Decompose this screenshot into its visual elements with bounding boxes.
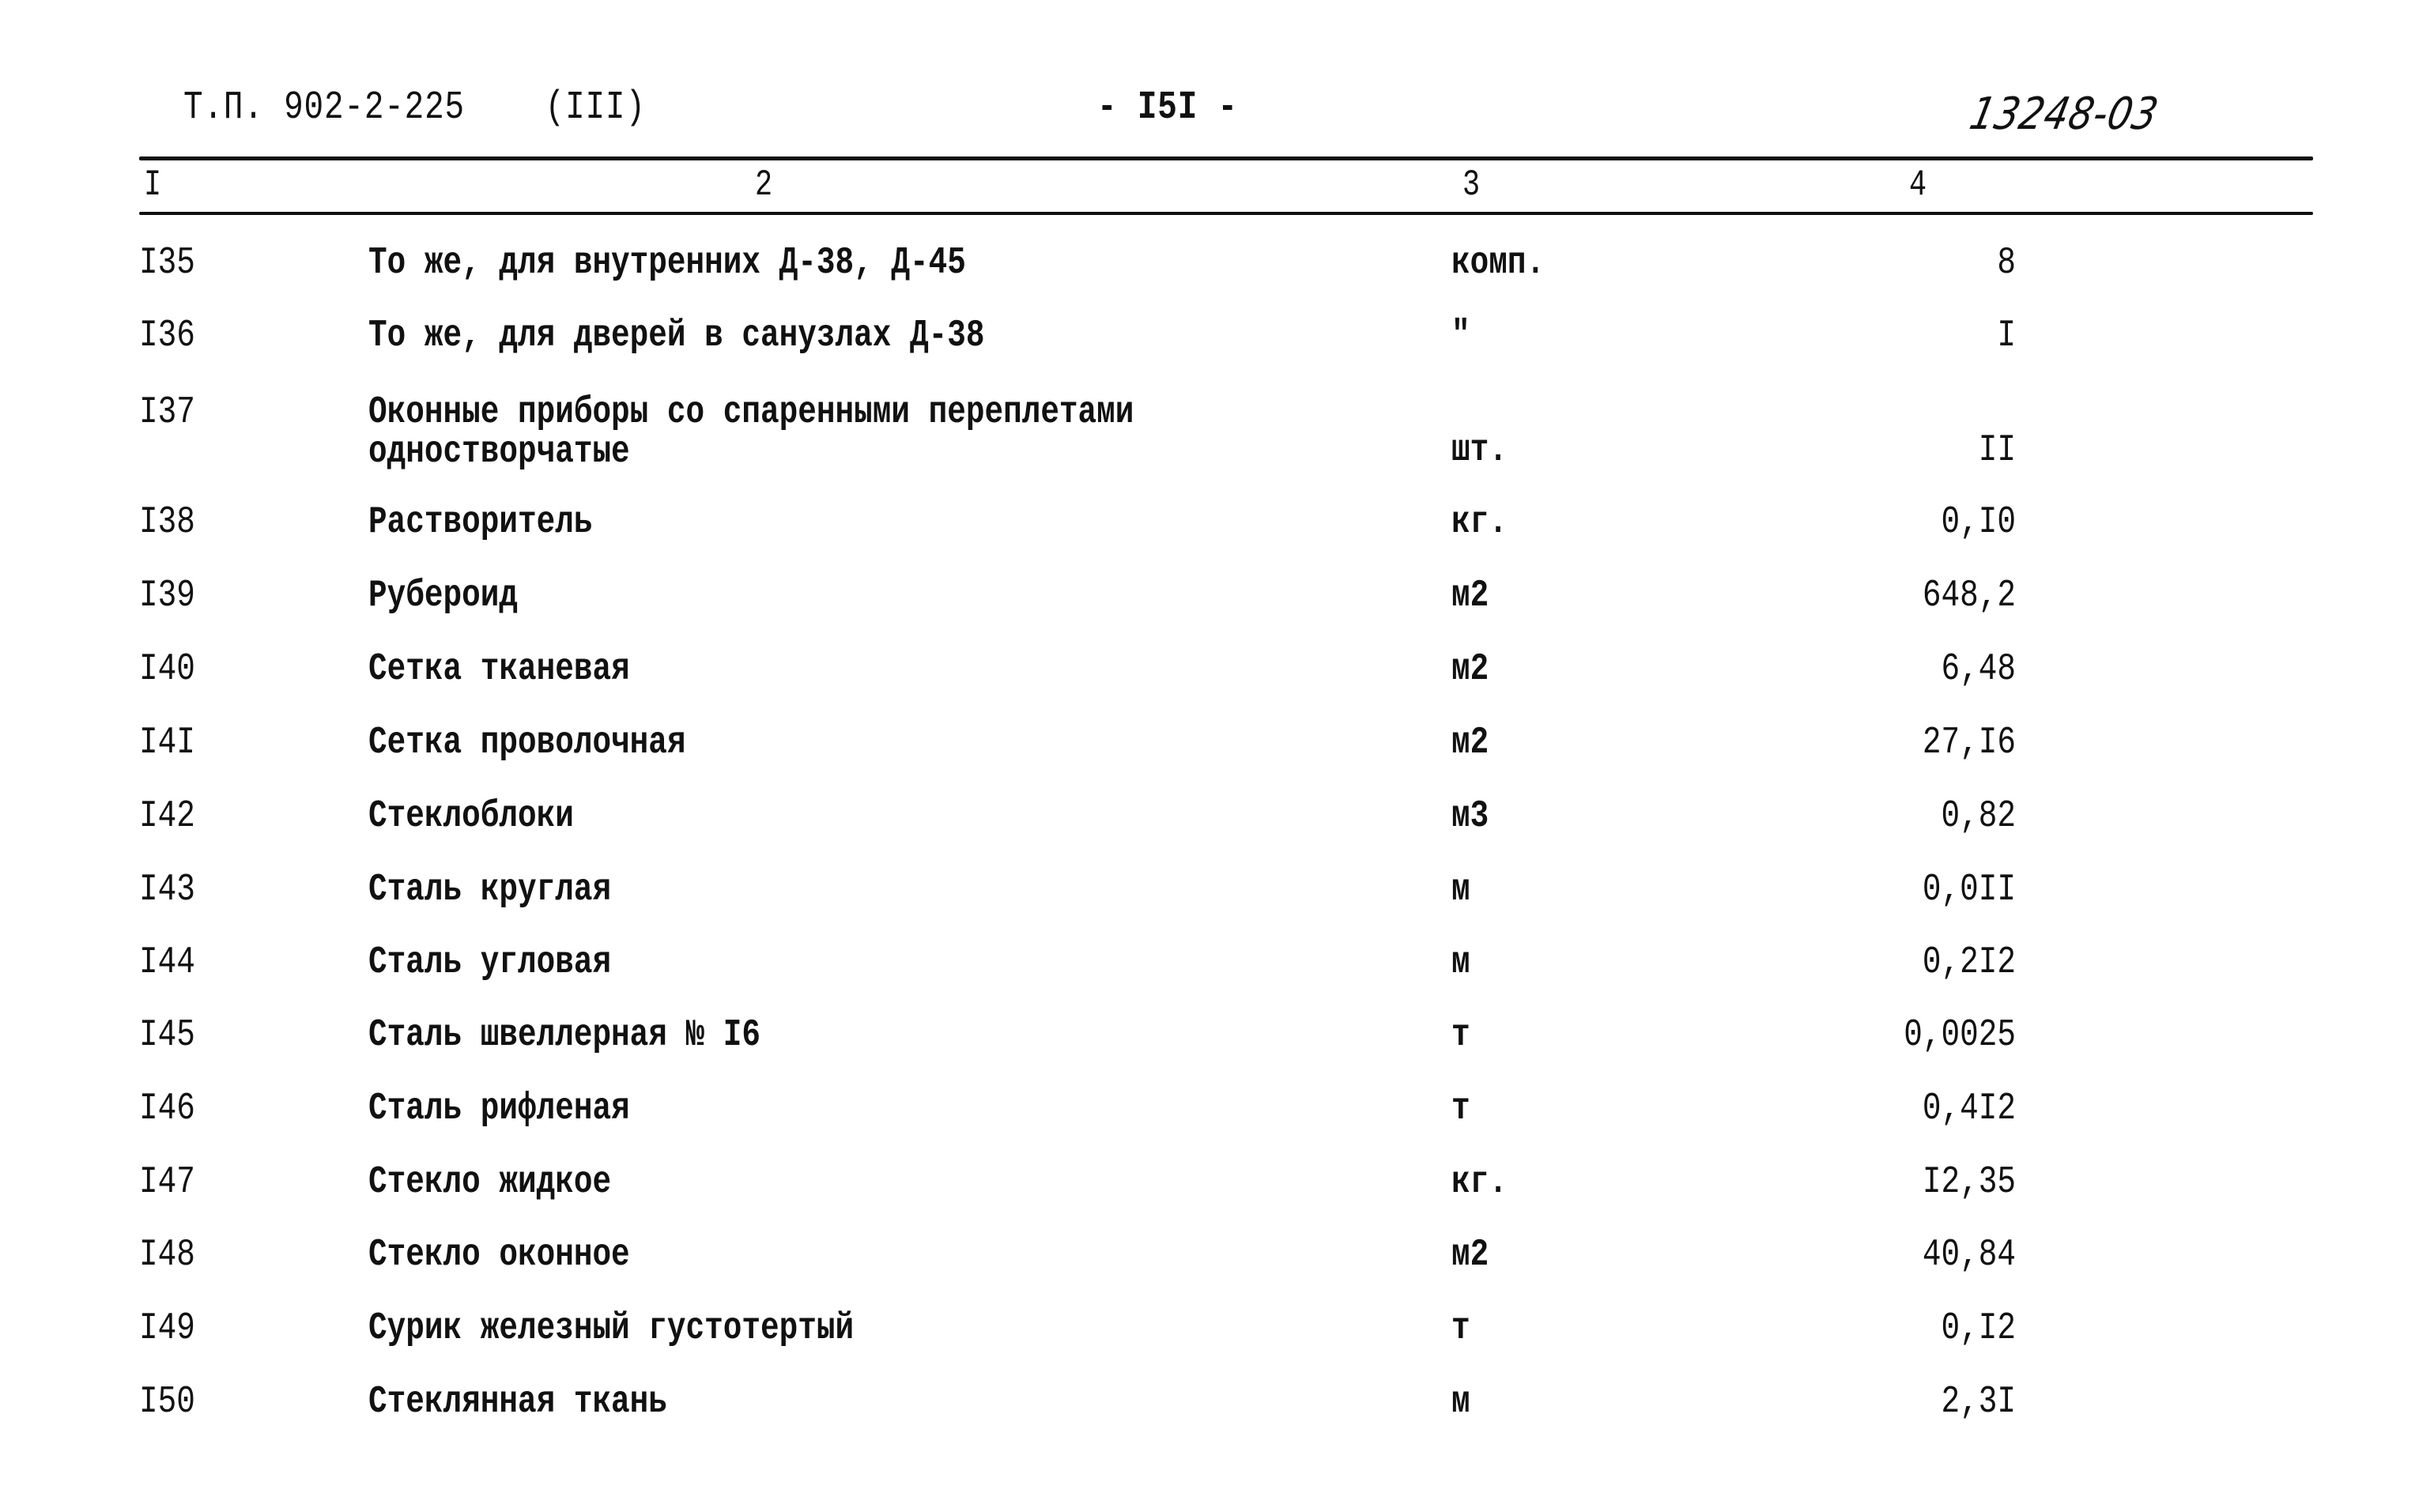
archive-number: 13248-03 xyxy=(1965,89,2163,140)
row-number: I39 xyxy=(139,575,195,617)
row-number: I47 xyxy=(139,1161,195,1204)
material-name-line-1: Оконные приборы со спаренными переплетам… xyxy=(368,391,1134,434)
table-row: I39 Рубероид м2 648,2 xyxy=(0,576,2419,639)
row-number: I4I xyxy=(139,722,195,764)
quantity: 0,0025 xyxy=(1904,1014,2016,1057)
table-header-rule xyxy=(139,212,2313,215)
table-row: I35 То же, для внутренних Д-38, Д-45 ком… xyxy=(0,243,2419,307)
material-name: Стекло жидкое xyxy=(368,1161,612,1204)
material-name: То же, для дверей в санузлах Д-38 xyxy=(368,315,985,357)
column-number-3: 3 xyxy=(1462,164,1481,205)
unit: кг. xyxy=(1451,1161,1508,1204)
row-number: I36 xyxy=(139,315,195,357)
unit: шт. xyxy=(1451,429,1508,472)
table-row: I46 Сталь рифленая т 0,4I2 xyxy=(0,1089,2419,1152)
unit: т xyxy=(1451,1307,1470,1350)
table-row: I42 Стеклоблоки м3 0,82 xyxy=(0,797,2419,860)
table-row: I49 Сурик железный густотертый т 0,I2 xyxy=(0,1309,2419,1372)
table-row: I45 Сталь швеллерная № I6 т 0,0025 xyxy=(0,1016,2419,1079)
material-name: Стеклоблоки xyxy=(368,795,574,838)
row-number: I50 xyxy=(139,1381,195,1423)
quantity: 0,2I2 xyxy=(1922,941,2016,984)
page-number: - I5I - xyxy=(1097,85,1238,130)
row-number: I42 xyxy=(139,795,195,838)
row-number: I49 xyxy=(139,1307,195,1350)
material-name: Рубероид xyxy=(368,575,518,617)
unit: м2 xyxy=(1451,1234,1489,1276)
material-name: То же, для внутренних Д-38, Д-45 xyxy=(368,242,966,285)
unit: м xyxy=(1451,869,1470,911)
material-name: Сталь угловая xyxy=(368,941,612,984)
quantity: I xyxy=(1997,315,2016,357)
quantity: 0,I0 xyxy=(1941,501,2016,544)
row-number: I40 xyxy=(139,648,195,691)
unit: м2 xyxy=(1451,722,1489,764)
table-row: I47 Стекло жидкое кг. I2,35 xyxy=(0,1163,2419,1226)
column-number-4: 4 xyxy=(1909,164,1927,205)
row-number: I43 xyxy=(139,869,195,911)
table-row: I40 Сетка тканевая м2 6,48 xyxy=(0,650,2419,713)
quantity: 27,I6 xyxy=(1922,722,2016,764)
row-number: I45 xyxy=(139,1014,195,1057)
unit: " xyxy=(1451,315,1470,357)
table-row: I36 То же, для дверей в санузлах Д-38 " … xyxy=(0,316,2419,379)
row-number: I38 xyxy=(139,501,195,544)
unit: м xyxy=(1451,1381,1470,1423)
material-name: Оконные приборы со спаренными переплетам… xyxy=(368,393,1134,472)
unit: м xyxy=(1451,941,1470,984)
column-number-1: I xyxy=(144,164,162,205)
unit: м2 xyxy=(1451,648,1489,691)
row-number: I48 xyxy=(139,1234,195,1276)
unit: м2 xyxy=(1451,575,1489,617)
table-top-rule xyxy=(139,156,2313,160)
material-name: Стеклянная ткань xyxy=(368,1381,667,1423)
material-name: Сталь швеллерная № I6 xyxy=(368,1014,761,1057)
quantity: I2,35 xyxy=(1922,1161,2016,1204)
row-number: I44 xyxy=(139,941,195,984)
material-name: Стекло оконное xyxy=(368,1234,630,1276)
material-name: Сурик железный густотертый xyxy=(368,1307,855,1350)
unit: м3 xyxy=(1451,795,1489,838)
quantity: 8 xyxy=(1997,242,2016,285)
unit: т xyxy=(1451,1088,1470,1130)
document-page: Т.П. 902-2-225 (III) - I5I - 13248-03 I … xyxy=(0,0,2419,1512)
unit: т xyxy=(1451,1014,1470,1057)
row-number: I37 xyxy=(139,391,195,434)
quantity: 0,0II xyxy=(1922,869,2016,911)
row-number: I46 xyxy=(139,1088,195,1130)
material-name: Сталь круглая xyxy=(368,869,612,911)
material-name: Растворитель xyxy=(368,501,593,544)
doc-part: (III) xyxy=(545,85,646,130)
unit: комп. xyxy=(1451,242,1545,285)
table-row: I38 Растворитель кг. 0,I0 xyxy=(0,503,2419,566)
material-name: Сталь рифленая xyxy=(368,1088,630,1130)
table-row: I50 Стеклянная ткань м 2,3I xyxy=(0,1382,2419,1446)
quantity: 6,48 xyxy=(1941,648,2016,691)
table-row: I44 Сталь угловая м 0,2I2 xyxy=(0,943,2419,1006)
column-number-2: 2 xyxy=(755,164,773,205)
material-name-line-2: одностворчатые xyxy=(368,431,630,473)
quantity: 40,84 xyxy=(1922,1234,2016,1276)
unit: кг. xyxy=(1451,501,1508,544)
table-row: I4I Сетка проволочная м2 27,I6 xyxy=(0,723,2419,786)
quantity: 0,82 xyxy=(1941,795,2016,838)
quantity: 0,I2 xyxy=(1941,1307,2016,1350)
quantity: II xyxy=(1978,429,2016,472)
quantity: 2,3I xyxy=(1941,1381,2016,1423)
row-number: I35 xyxy=(139,242,195,285)
material-name: Сетка тканевая xyxy=(368,648,630,691)
table-row: I37 Оконные приборы со спаренными перепл… xyxy=(0,391,2419,472)
table-row: I48 Стекло оконное м2 40,84 xyxy=(0,1235,2419,1299)
doc-ref-number: Т.П. 902-2-225 xyxy=(183,85,465,130)
quantity: 648,2 xyxy=(1922,575,2016,617)
table-row: I43 Сталь круглая м 0,0II xyxy=(0,870,2419,933)
document-reference: Т.П. 902-2-225 (III) xyxy=(183,85,646,130)
material-name: Сетка проволочная xyxy=(368,722,686,764)
quantity: 0,4I2 xyxy=(1922,1088,2016,1130)
